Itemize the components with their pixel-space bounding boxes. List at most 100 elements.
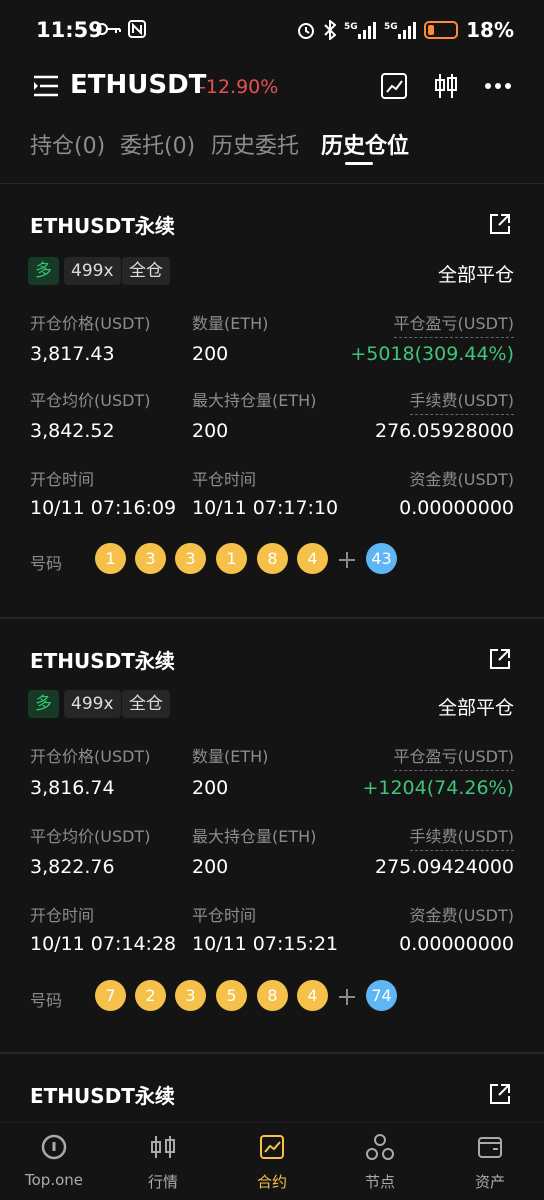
status-icons (96, 20, 146, 38)
candlestick-icon[interactable] (434, 72, 458, 100)
close-all-button[interactable]: 全部平仓 (438, 260, 514, 287)
leverage-badge: 499x (64, 257, 121, 285)
pnl-value: +1204(74.26%) (362, 777, 514, 799)
max-pos-label: 最大持仓量(ETH) (192, 827, 317, 846)
card-title: ETHUSDT永续 (30, 1084, 175, 1108)
battery-icon (424, 21, 459, 39)
menu-icon[interactable] (32, 74, 60, 98)
close-all-button[interactable]: 全部平仓 (438, 693, 514, 720)
close-time-value: 10/11 07:15:21 (192, 933, 339, 955)
bluetooth-icon (324, 20, 337, 40)
open-price-label: 开仓价格(USDT) (30, 747, 151, 766)
more-icon[interactable] (484, 82, 512, 90)
tab-positions[interactable]: 持仓(0) (30, 128, 105, 160)
header: ETHUSDT -12.90% (0, 62, 544, 114)
number-ball: 2 (135, 980, 166, 1011)
tab-order-history[interactable]: 历史委托 (211, 128, 299, 160)
margin-mode-badge: 全仓 (122, 257, 170, 285)
tab-orders[interactable]: 委托(0) (120, 128, 195, 160)
funding-value: 0.00000000 (399, 497, 514, 519)
avg-close-label: 平仓均价(USDT) (30, 391, 151, 410)
nav-label: 资产 (474, 1173, 505, 1191)
svg-text:5G: 5G (344, 22, 358, 32)
tab-underline (345, 162, 373, 165)
plus-icon (339, 552, 355, 568)
nav-assets[interactable]: 资产 (440, 1133, 540, 1192)
close-time-label: 平仓时间 (192, 906, 257, 925)
max-pos-label: 最大持仓量(ETH) (192, 391, 317, 410)
funding-label: 资金费(USDT) (409, 470, 514, 489)
fee-label[interactable]: 手续费(USDT) (409, 387, 514, 415)
number-ball: 5 (216, 980, 247, 1011)
price-change: -12.90% (199, 76, 279, 98)
share-icon[interactable] (488, 1082, 512, 1106)
node-icon (366, 1134, 394, 1160)
qty-value: 200 (192, 343, 229, 365)
avg-close-value: 3,842.52 (30, 420, 115, 442)
open-price-value: 3,817.43 (30, 343, 115, 365)
fee-label[interactable]: 手续费(USDT) (409, 823, 514, 851)
open-time-value: 10/11 07:16:09 (30, 497, 177, 519)
plus-icon (339, 989, 355, 1005)
avg-close-value: 3,822.76 (30, 856, 115, 878)
nav-label: 合约 (256, 1173, 287, 1191)
tabs: 持仓(0) 委托(0) 历史委托 历史仓位 (0, 122, 544, 180)
side-badge: 多 (28, 257, 59, 285)
card-title: ETHUSDT永续 (30, 214, 175, 238)
number-ball: 8 (257, 543, 288, 574)
number-ball: 3 (175, 980, 206, 1011)
key-icon (96, 23, 121, 35)
side-badge: 多 (28, 690, 59, 718)
pnl-label[interactable]: 平仓盈亏(USDT) (393, 743, 514, 771)
signal-5g-icon: 5G (344, 22, 377, 39)
number-ball: 1 (216, 543, 247, 574)
open-price-value: 3,816.74 (30, 777, 115, 799)
signal-5g-icon-2: 5G (384, 22, 417, 39)
qty-label: 数量(ETH) (192, 314, 269, 333)
share-icon[interactable] (488, 212, 512, 236)
fee-value: 275.09424000 (374, 856, 514, 878)
status-time: 11:59 (36, 18, 103, 42)
symbol-title[interactable]: ETHUSDT (70, 70, 206, 100)
nav-contract[interactable]: 合约 (222, 1133, 322, 1192)
number-ball: 4 (297, 980, 328, 1011)
nav-market[interactable]: 行情 (113, 1133, 213, 1192)
position-card: ETHUSDT永续 多 499x 全仓 全部平仓 开仓价格(USDT) 数量(E… (0, 619, 544, 1053)
number-ball: 3 (175, 543, 206, 574)
pnl-label[interactable]: 平仓盈亏(USDT) (393, 310, 514, 338)
bonus-ball: 43 (366, 543, 397, 574)
open-price-label: 开仓价格(USDT) (30, 314, 151, 333)
bottom-nav: Top.one 行情 合约 节点 资产 (0, 1122, 544, 1200)
max-pos-value: 200 (192, 420, 229, 442)
battery-percent: 18% (466, 18, 514, 42)
share-icon[interactable] (488, 647, 512, 671)
tab-position-history[interactable]: 历史仓位 (321, 128, 409, 160)
numbers-label: 号码 (30, 991, 63, 1010)
nav-label: Top.one (25, 1171, 83, 1189)
funding-value: 0.00000000 (399, 933, 514, 955)
nfc-icon (128, 20, 146, 38)
open-time-value: 10/11 07:14:28 (30, 933, 177, 955)
close-time-label: 平仓时间 (192, 470, 257, 489)
open-time-label: 开仓时间 (30, 470, 95, 489)
position-card: ETHUSDT永续 多 499x 全仓 全部平仓 开仓价格(USDT) 数量(E… (0, 184, 544, 618)
trend-icon[interactable] (380, 72, 408, 100)
bonus-ball: 74 (366, 980, 397, 1011)
nav-top-one[interactable]: Top.one (4, 1133, 104, 1189)
top-one-icon (41, 1134, 67, 1160)
open-time-label: 开仓时间 (30, 906, 95, 925)
avg-close-label: 平仓均价(USDT) (30, 827, 151, 846)
position-card: ETHUSDT永续 (0, 1054, 544, 1122)
chart-icon (260, 1135, 284, 1159)
nav-node[interactable]: 节点 (330, 1133, 430, 1192)
number-ball: 8 (257, 980, 288, 1011)
alarm-icon (298, 23, 315, 39)
number-ball: 3 (135, 543, 166, 574)
max-pos-value: 200 (192, 856, 229, 878)
svg-text:5G: 5G (384, 22, 398, 32)
nav-label: 行情 (147, 1173, 178, 1191)
number-ball: 1 (95, 543, 126, 574)
number-ball: 7 (95, 980, 126, 1011)
number-ball: 4 (297, 543, 328, 574)
numbers-label: 号码 (30, 554, 63, 573)
